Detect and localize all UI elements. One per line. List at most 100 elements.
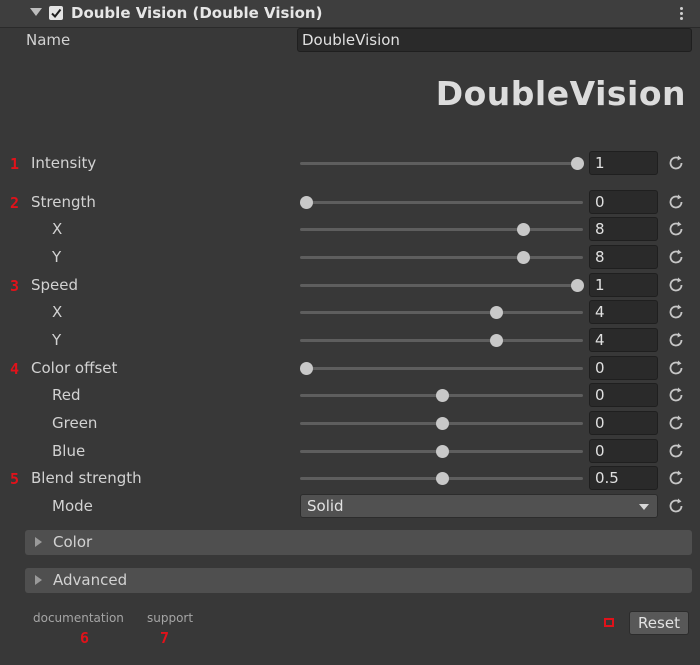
- param-row-speed-x: X 4: [0, 299, 700, 327]
- slider-thumb[interactable]: [435, 417, 449, 430]
- slider-track[interactable]: [300, 445, 583, 458]
- slider-thumb[interactable]: [516, 251, 530, 264]
- foldout-color[interactable]: Color: [25, 530, 692, 555]
- mode-dropdown[interactable]: Solid: [300, 494, 658, 518]
- param-row-mode: Mode Solid: [0, 493, 700, 521]
- slider-thumb[interactable]: [300, 196, 313, 209]
- value-field[interactable]: 4: [589, 300, 658, 324]
- reset-param-icon[interactable]: [667, 469, 685, 487]
- reset-marker: [604, 618, 614, 627]
- reset-param-icon[interactable]: [667, 154, 685, 172]
- foldout-label: Advanced: [53, 571, 128, 589]
- chevron-down-icon: [639, 504, 649, 510]
- value-field[interactable]: 0.5: [589, 466, 658, 490]
- slider-track[interactable]: [300, 362, 583, 375]
- param-label: Green: [52, 414, 98, 432]
- param-label: Color offset: [31, 359, 118, 377]
- reset-param-icon[interactable]: [667, 248, 685, 266]
- mode-value: Solid: [307, 497, 344, 515]
- name-label: Name: [26, 31, 71, 49]
- param-row-color-offset: 4 Color offset 0: [0, 355, 700, 383]
- param-label: Speed: [31, 276, 79, 294]
- value-field[interactable]: 0: [589, 383, 658, 407]
- param-row-strength-x: X 8: [0, 216, 700, 244]
- slider-thumb[interactable]: [489, 334, 503, 347]
- slider-thumb[interactable]: [435, 445, 449, 458]
- reset-param-icon[interactable]: [667, 220, 685, 238]
- slider-track[interactable]: [300, 472, 583, 485]
- param-row-blue: Blue 0: [0, 438, 700, 466]
- slider-thumb[interactable]: [516, 223, 530, 236]
- marker-6: 6: [80, 629, 90, 647]
- slider-thumb[interactable]: [571, 157, 584, 170]
- slider-track[interactable]: [300, 157, 584, 170]
- slider-thumb[interactable]: [489, 306, 503, 319]
- reset-param-icon[interactable]: [667, 193, 685, 211]
- param-label: Y: [52, 331, 62, 349]
- param-label: Blue: [52, 442, 86, 460]
- value-field[interactable]: 1: [589, 151, 658, 175]
- slider-track[interactable]: [300, 279, 584, 292]
- reset-param-icon[interactable]: [667, 442, 685, 460]
- param-label: Intensity: [31, 154, 97, 172]
- param-row-red: Red 0: [0, 382, 700, 410]
- slider-track[interactable]: [300, 223, 583, 236]
- marker-4: 4: [10, 360, 20, 378]
- slider-track[interactable]: [300, 417, 583, 430]
- reset-param-icon[interactable]: [667, 303, 685, 321]
- param-row-speed: 3 Speed 1: [0, 272, 700, 300]
- slider-track[interactable]: [300, 334, 583, 347]
- reset-param-icon[interactable]: [667, 414, 685, 432]
- enabled-checkbox[interactable]: [49, 6, 63, 20]
- slider-track[interactable]: [300, 251, 583, 264]
- value-field[interactable]: 0: [589, 356, 658, 380]
- value-field[interactable]: 0: [589, 411, 658, 435]
- component-header[interactable]: Double Vision (Double Vision): [0, 0, 700, 28]
- reset-param-icon[interactable]: [667, 331, 685, 349]
- foldout-closed-icon: [35, 575, 42, 585]
- documentation-link[interactable]: documentation: [33, 611, 124, 625]
- slider-track[interactable]: [300, 306, 583, 319]
- foldout-advanced[interactable]: Advanced: [25, 568, 692, 593]
- param-row-green: Green 0: [0, 410, 700, 438]
- slider-track[interactable]: [300, 196, 583, 209]
- checkmark-icon: [51, 8, 62, 19]
- kebab-menu-icon[interactable]: [680, 7, 684, 21]
- value-field[interactable]: 8: [589, 245, 658, 269]
- slider-thumb[interactable]: [435, 472, 449, 485]
- marker-1: 1: [10, 155, 20, 173]
- mode-label: Mode: [52, 497, 93, 515]
- value-field[interactable]: 8: [589, 217, 658, 241]
- reset-param-icon[interactable]: [667, 276, 685, 294]
- value-field[interactable]: 0: [589, 439, 658, 463]
- marker-7: 7: [160, 629, 170, 647]
- param-label: X: [52, 220, 63, 238]
- marker-5: 5: [10, 470, 20, 488]
- value-field[interactable]: 4: [589, 328, 658, 352]
- param-row-strength-y: Y 8: [0, 244, 700, 272]
- name-input[interactable]: DoubleVision: [297, 28, 692, 52]
- value-field[interactable]: 1: [589, 273, 658, 297]
- reset-param-icon[interactable]: [667, 359, 685, 377]
- marker-3: 3: [10, 277, 20, 295]
- slider-thumb[interactable]: [571, 279, 584, 292]
- reset-button[interactable]: Reset: [629, 611, 689, 635]
- param-label: Y: [52, 248, 62, 266]
- param-row-strength: 2 Strength 0: [0, 189, 700, 217]
- slider-thumb[interactable]: [435, 389, 449, 402]
- param-label: X: [52, 303, 63, 321]
- double-vision-logo: DoubleVision: [435, 74, 686, 113]
- marker-2: 2: [10, 194, 20, 212]
- param-label: Strength: [31, 193, 96, 211]
- foldout-closed-icon: [35, 537, 42, 547]
- reset-param-icon[interactable]: [667, 386, 685, 404]
- slider-track[interactable]: [300, 389, 583, 402]
- param-row-intensity: 1 Intensity 1: [0, 150, 700, 178]
- foldout-arrow-icon[interactable]: [30, 8, 42, 16]
- inspector-panel: Double Vision (Double Vision) Name Doubl…: [0, 0, 700, 665]
- reset-param-icon[interactable]: [667, 497, 685, 515]
- value-field[interactable]: 0: [589, 190, 658, 214]
- support-link[interactable]: support: [147, 611, 193, 625]
- slider-thumb[interactable]: [300, 362, 313, 375]
- component-title: Double Vision (Double Vision): [71, 4, 323, 22]
